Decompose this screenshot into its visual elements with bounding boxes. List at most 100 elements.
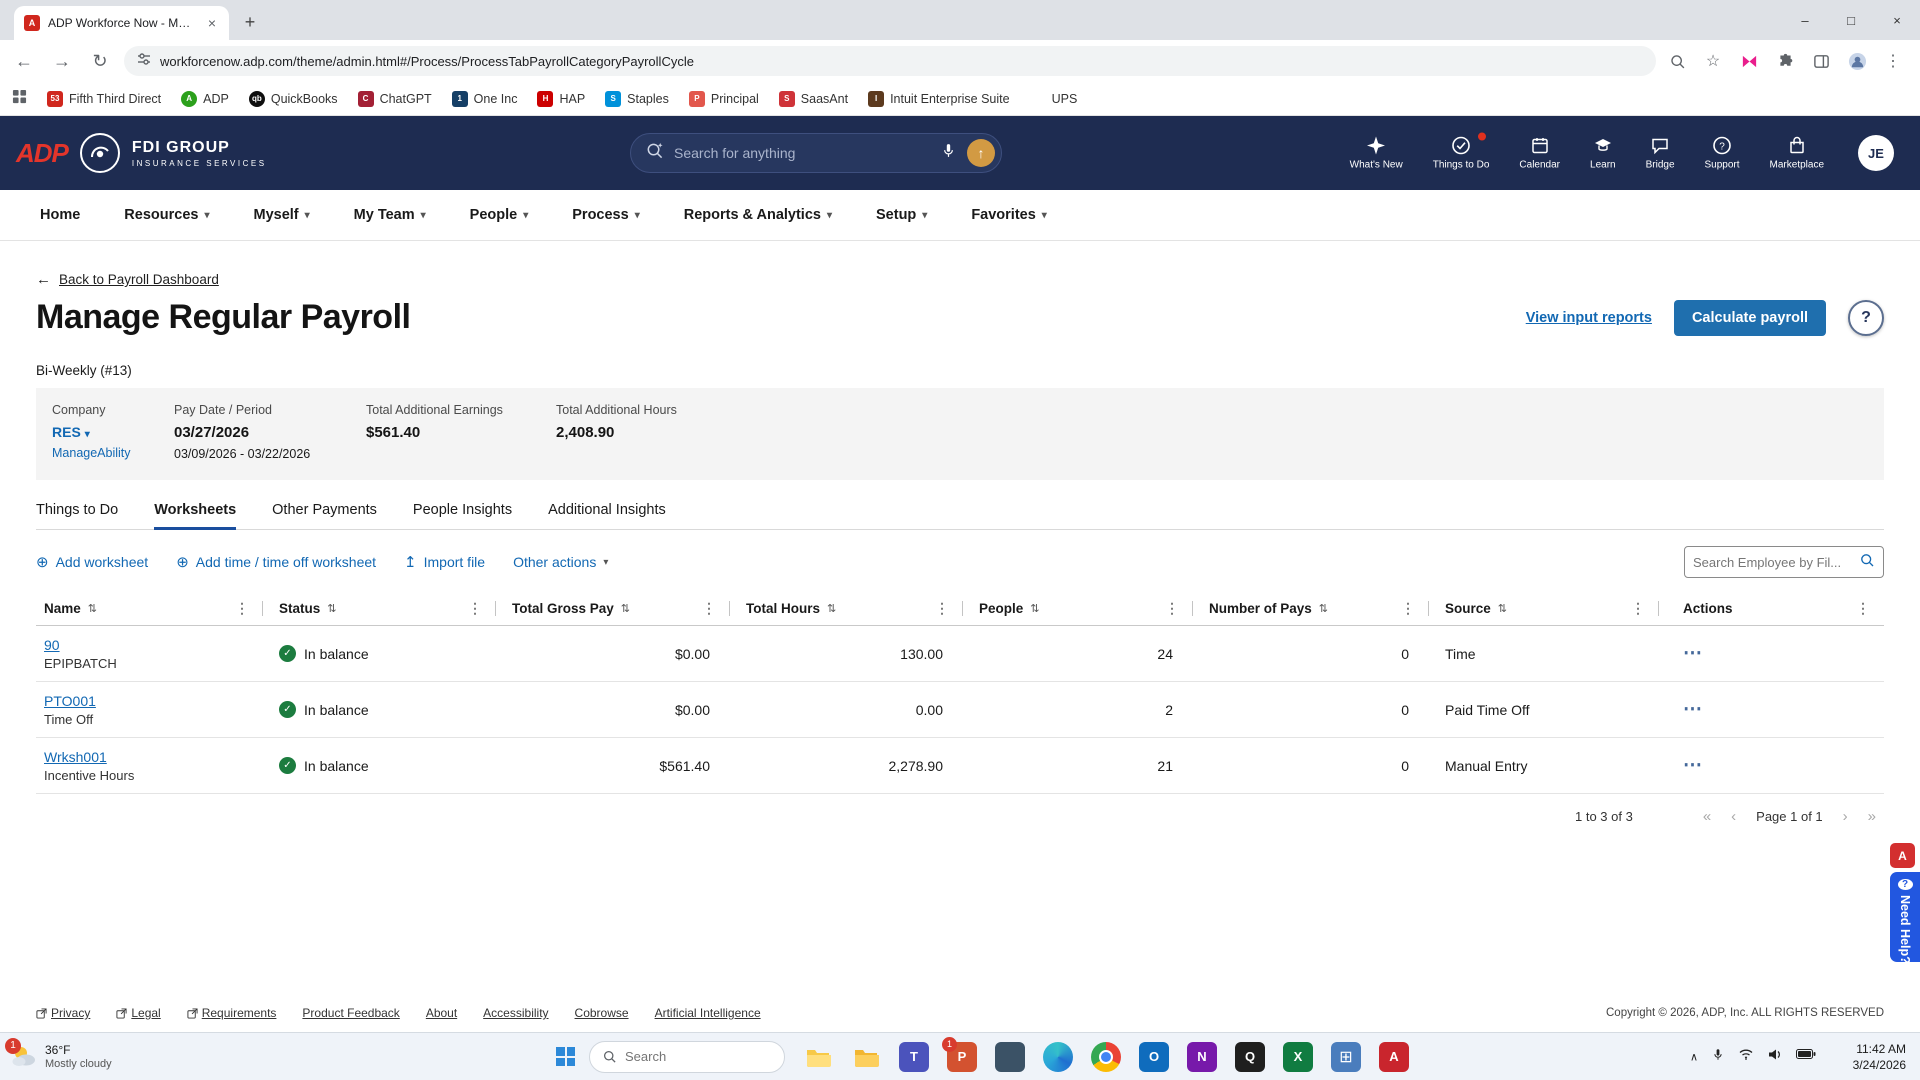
browser-tab[interactable]: A ADP Workforce Now - Manage × bbox=[14, 6, 229, 40]
tab-close-icon[interactable]: × bbox=[205, 15, 219, 31]
sort-icon[interactable]: ⇅ bbox=[621, 602, 630, 615]
window-close-button[interactable]: × bbox=[1874, 0, 1920, 40]
nav-process[interactable]: Process ▾ bbox=[572, 207, 639, 223]
column-header-status[interactable]: Status ⇅ ⋮ bbox=[263, 592, 496, 625]
app-grid-icon[interactable]: ⊞ bbox=[1331, 1041, 1361, 1072]
acrobat-icon[interactable]: A bbox=[1379, 1041, 1409, 1072]
address-bar[interactable] bbox=[124, 46, 1656, 76]
nav-home[interactable]: Home bbox=[40, 207, 80, 223]
extension-pink-icon[interactable] bbox=[1738, 50, 1760, 72]
nav-favorites[interactable]: Favorites ▾ bbox=[971, 207, 1047, 223]
start-button[interactable] bbox=[556, 1047, 575, 1066]
bookmark-principal[interactable]: P Principal bbox=[688, 90, 759, 107]
column-header-total-hours[interactable]: Total Hours ⇅ ⋮ bbox=[730, 592, 963, 625]
column-header-source[interactable]: Source ⇅ ⋮ bbox=[1429, 592, 1659, 625]
add-worksheet-button[interactable]: ⊕ Add worksheet bbox=[36, 553, 148, 571]
legal-link[interactable]: Legal bbox=[116, 1006, 161, 1020]
bookmark-intuit[interactable]: I Intuit Enterprise Suite bbox=[868, 90, 1010, 107]
company-select[interactable]: RES ▾ bbox=[52, 424, 158, 440]
column-menu-icon[interactable]: ⋮ bbox=[1401, 600, 1415, 617]
add-time-worksheet-button[interactable]: ⊕ Add time / time off worksheet bbox=[176, 553, 376, 571]
tab-things-to-do[interactable]: Things to Do bbox=[36, 502, 118, 529]
about-link[interactable]: About bbox=[426, 1006, 457, 1020]
import-file-button[interactable]: ↥ Import file bbox=[404, 553, 485, 571]
window-maximize-button[interactable]: □ bbox=[1828, 0, 1874, 40]
column-menu-icon[interactable]: ⋮ bbox=[935, 600, 949, 617]
sort-icon[interactable]: ⇅ bbox=[88, 602, 97, 615]
url-input[interactable] bbox=[160, 53, 1644, 69]
other-actions-button[interactable]: Other actions ▾ bbox=[513, 554, 608, 570]
zoom-icon[interactable] bbox=[1666, 50, 1688, 72]
column-menu-icon[interactable]: ⋮ bbox=[702, 600, 716, 617]
global-search-input[interactable] bbox=[674, 145, 930, 161]
column-header-number-of-pays[interactable]: Number of Pays ⇅ ⋮ bbox=[1193, 592, 1429, 625]
microphone-tray-icon[interactable] bbox=[1711, 1047, 1725, 1066]
excel-icon[interactable]: X bbox=[1283, 1041, 1313, 1072]
site-settings-icon[interactable] bbox=[136, 51, 152, 72]
teams-icon[interactable]: T bbox=[899, 1041, 929, 1072]
accessibility-link[interactable]: Accessibility bbox=[483, 1006, 548, 1020]
column-menu-icon[interactable]: ⋮ bbox=[235, 600, 249, 617]
app-icon[interactable]: Q bbox=[1235, 1041, 1265, 1072]
bookmark-one-inc[interactable]: 1 One Inc bbox=[451, 90, 517, 107]
product-feedback-link[interactable]: Product Feedback bbox=[302, 1006, 399, 1020]
bookmark-adp[interactable]: A ADP bbox=[181, 90, 229, 107]
outlook-icon[interactable]: O bbox=[1139, 1041, 1169, 1072]
column-menu-icon[interactable]: ⋮ bbox=[1165, 600, 1179, 617]
sort-icon[interactable]: ⇅ bbox=[1030, 602, 1039, 615]
nav-people[interactable]: People ▾ bbox=[470, 207, 529, 223]
wifi-icon[interactable] bbox=[1738, 1046, 1754, 1067]
onenote-icon[interactable]: N bbox=[1187, 1041, 1217, 1072]
taskbar-clock[interactable]: 11:42 AM 3/24/2026 bbox=[1853, 1040, 1906, 1072]
worksheet-link[interactable]: PTO001 bbox=[44, 693, 96, 709]
nav-reports-analytics[interactable]: Reports & Analytics ▾ bbox=[684, 207, 832, 223]
extensions-puzzle-icon[interactable] bbox=[1774, 50, 1796, 72]
column-header-name[interactable]: Name ⇅ ⋮ bbox=[36, 592, 263, 625]
support-button[interactable]: ? Support bbox=[1705, 136, 1740, 171]
worksheet-link[interactable]: Wrksh001 bbox=[44, 749, 107, 765]
search-submit-icon[interactable]: ↑ bbox=[967, 139, 995, 167]
powerpoint-icon[interactable]: 1P bbox=[942, 1036, 977, 1072]
new-tab-button[interactable]: + bbox=[235, 7, 265, 37]
bookmark-hap[interactable]: H HAP bbox=[537, 90, 585, 107]
previous-page-button[interactable]: ‹ bbox=[1731, 808, 1736, 825]
requirements-link[interactable]: Requirements bbox=[187, 1006, 276, 1020]
employee-search[interactable] bbox=[1684, 546, 1884, 578]
calculate-payroll-button[interactable]: Calculate payroll bbox=[1673, 299, 1826, 336]
sort-icon[interactable]: ⇅ bbox=[327, 602, 336, 615]
row-actions-button[interactable]: ⋯ bbox=[1683, 643, 1703, 664]
nav-myself[interactable]: Myself ▾ bbox=[253, 207, 309, 223]
next-page-button[interactable]: › bbox=[1843, 808, 1848, 825]
bookmark-chatgpt[interactable]: C ChatGPT bbox=[357, 90, 432, 107]
app-icon[interactable] bbox=[995, 1041, 1025, 1072]
profile-icon[interactable] bbox=[1846, 50, 1868, 72]
sort-icon[interactable]: ⇅ bbox=[1498, 602, 1507, 615]
chrome-icon[interactable] bbox=[1091, 1041, 1121, 1072]
things-to-do-button[interactable]: Things to Do bbox=[1433, 131, 1489, 171]
column-menu-icon[interactable]: ⋮ bbox=[468, 600, 482, 617]
bookmark-star-icon[interactable]: ☆ bbox=[1702, 50, 1724, 72]
column-header-actions[interactable]: Actions ⋮ bbox=[1659, 592, 1884, 625]
employee-search-input[interactable] bbox=[1693, 554, 1853, 570]
calendar-button[interactable]: Calendar bbox=[1519, 136, 1560, 171]
cobrowse-link[interactable]: Cobrowse bbox=[575, 1006, 629, 1020]
microphone-icon[interactable] bbox=[940, 142, 957, 164]
tab-worksheets[interactable]: Worksheets bbox=[154, 502, 236, 530]
manageability-link[interactable]: ManageAbility bbox=[52, 446, 158, 460]
user-avatar[interactable]: JE bbox=[1858, 135, 1894, 171]
nav-resources[interactable]: Resources ▾ bbox=[124, 207, 209, 223]
browser-forward-button[interactable]: → bbox=[48, 47, 76, 75]
browser-reload-button[interactable]: ↻ bbox=[86, 47, 114, 75]
marketplace-button[interactable]: Marketplace bbox=[1770, 136, 1824, 171]
row-actions-button[interactable]: ⋯ bbox=[1683, 699, 1703, 720]
row-actions-button[interactable]: ⋯ bbox=[1683, 755, 1703, 776]
column-menu-icon[interactable]: ⋮ bbox=[1631, 600, 1645, 617]
nav-my-team[interactable]: My Team ▾ bbox=[354, 207, 426, 223]
file-explorer-icon[interactable] bbox=[803, 1042, 833, 1072]
browser-back-button[interactable]: ← bbox=[10, 47, 38, 75]
worksheet-link[interactable]: 90 bbox=[44, 637, 60, 653]
bridge-button[interactable]: Bridge bbox=[1646, 136, 1675, 171]
tab-other-payments[interactable]: Other Payments bbox=[272, 502, 377, 529]
whats-new-button[interactable]: What's New bbox=[1350, 136, 1403, 171]
global-search[interactable]: ↑ bbox=[630, 133, 1002, 173]
